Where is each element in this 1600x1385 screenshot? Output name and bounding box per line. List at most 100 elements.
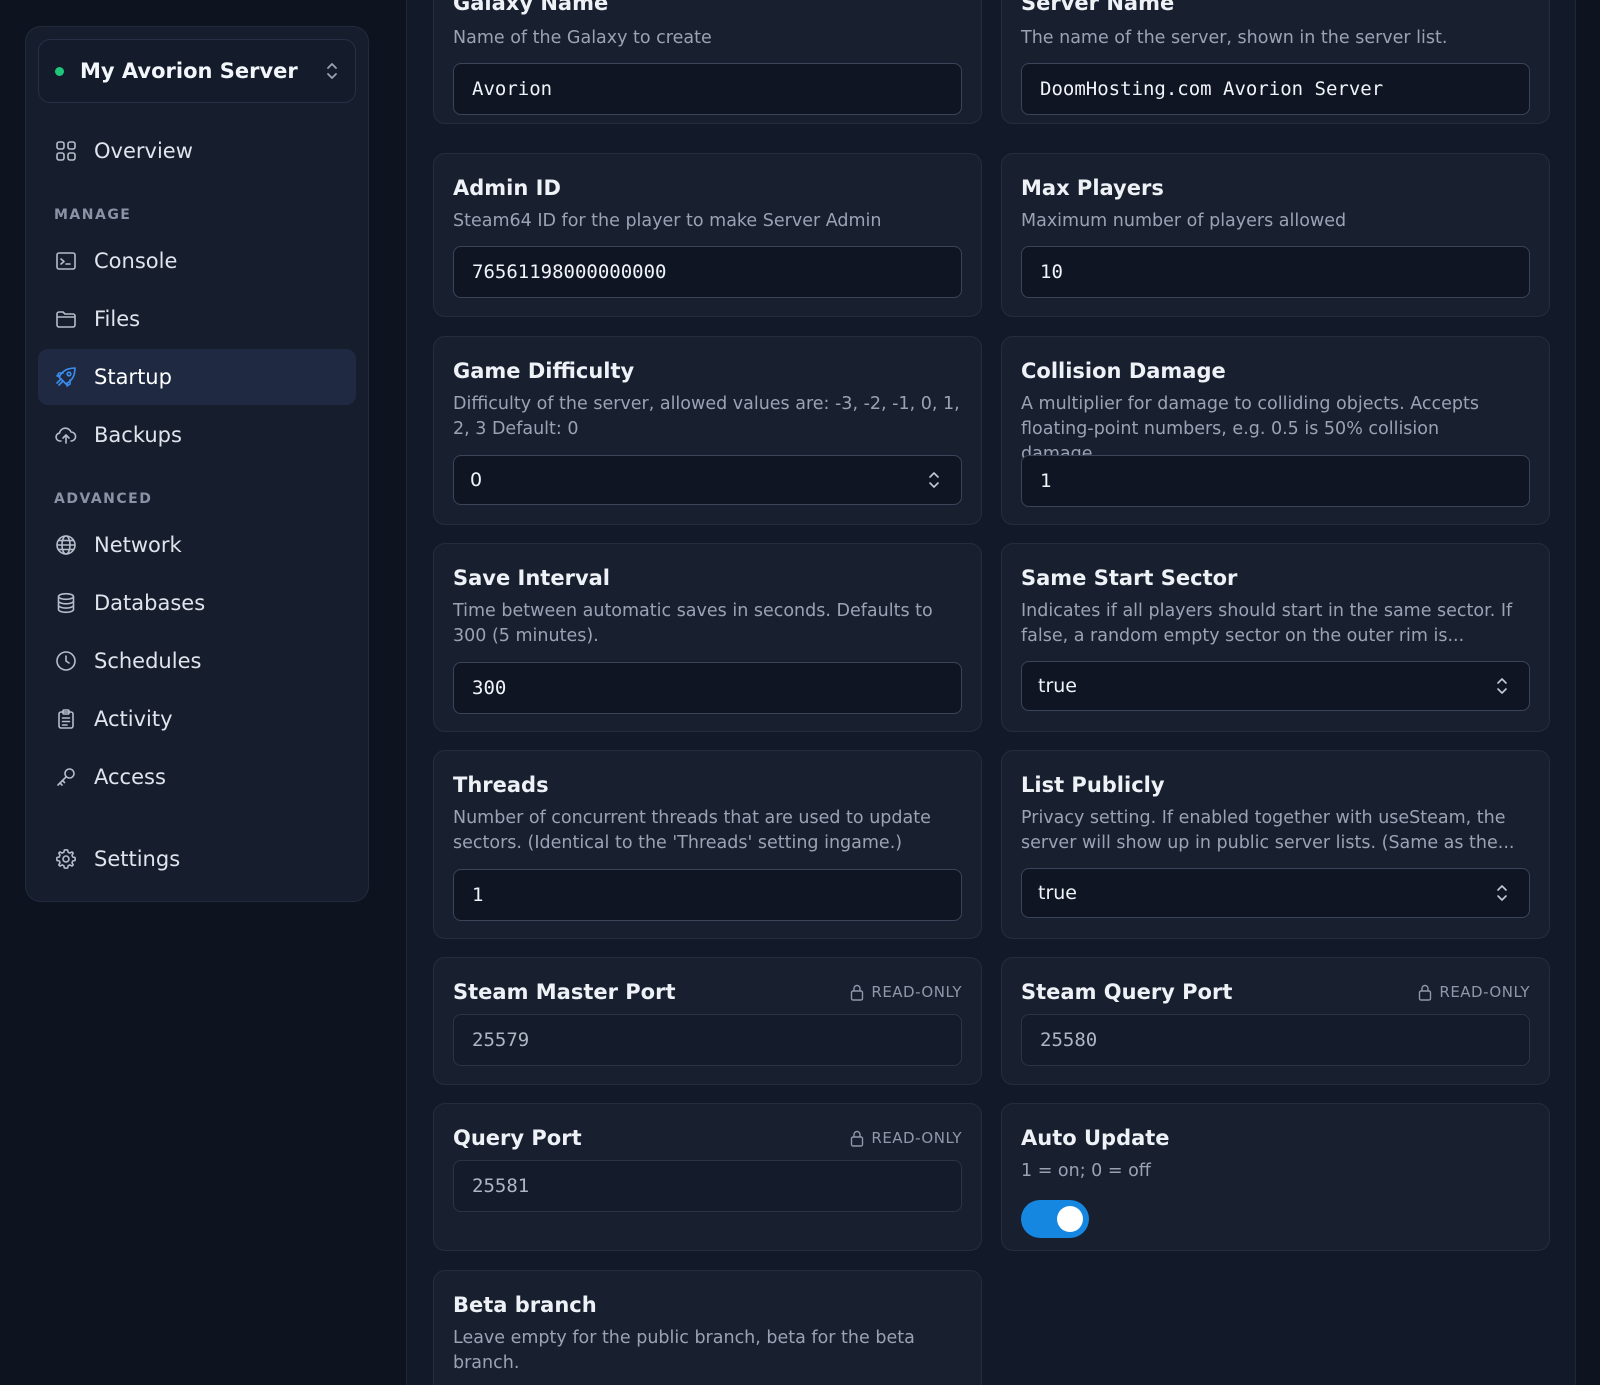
variable-title: Game Difficulty: [453, 359, 635, 383]
sidebar-item-startup[interactable]: Startup: [38, 349, 356, 405]
variable-card-steam-query-port: Steam Query Port READ-ONLY 25580: [1001, 957, 1550, 1085]
sidebar-item-console[interactable]: Console: [38, 233, 356, 289]
clock-icon: [56, 651, 76, 671]
sidebar-item-label: Settings: [94, 847, 181, 871]
sidebar-item-label: Schedules: [94, 649, 202, 673]
variable-description: Privacy setting. If enabled together wit…: [1021, 808, 1515, 853]
variable-card-collision-damage: Collision Damage A multiplier for damage…: [1001, 336, 1550, 525]
chevron-updown-icon: [327, 63, 337, 79]
select-value: 0: [470, 469, 483, 491]
variable-title: Steam Query Port: [1021, 980, 1233, 1004]
variable-card-save-interval: Save Interval Time between automatic sav…: [433, 543, 982, 732]
read-only-badge: READ-ONLY: [850, 1129, 962, 1147]
variable-card-query-port: Query Port READ-ONLY 25581: [433, 1103, 982, 1251]
sidebar-item-backups[interactable]: Backups: [38, 407, 356, 463]
variable-card-same-start-sector: Same Start Sector Indicates if all playe…: [1001, 543, 1550, 732]
server-name-input[interactable]: DoomHosting.com Avorion Server: [1021, 63, 1530, 115]
variable-title: Beta branch: [453, 1293, 597, 1317]
game-difficulty-select[interactable]: 0: [453, 455, 962, 505]
variable-description: Leave empty for the public branch, beta …: [453, 1328, 915, 1373]
sidebar-item-settings[interactable]: Settings: [38, 831, 356, 887]
gear-icon: [56, 849, 76, 869]
same-start-sector-select[interactable]: true: [1021, 661, 1530, 711]
variable-title: Max Players: [1021, 176, 1164, 200]
variable-title: Threads: [453, 773, 549, 797]
collision-damage-input[interactable]: 1: [1021, 455, 1530, 507]
list-publicly-select[interactable]: true: [1021, 868, 1530, 918]
lock-icon: [1419, 984, 1432, 1001]
variable-card-threads: Threads Number of concurrent threads tha…: [433, 750, 982, 939]
variable-description: The name of the server, shown in the ser…: [1021, 28, 1448, 48]
read-only-badge: READ-ONLY: [1418, 983, 1530, 1001]
save-interval-input[interactable]: 300: [453, 662, 962, 714]
sidebar-item-label: Activity: [94, 707, 173, 731]
max-players-input[interactable]: 10: [1021, 246, 1530, 298]
database-icon: [57, 592, 75, 614]
server-selector[interactable]: My Avorion Server: [38, 39, 356, 103]
variable-title: Steam Master Port: [453, 980, 676, 1004]
lock-icon: [851, 1130, 864, 1147]
variable-card-list-publicly: List Publicly Privacy setting. If enable…: [1001, 750, 1550, 939]
variable-title: Admin ID: [453, 176, 561, 200]
variable-card-max-players: Max Players Maximum number of players al…: [1001, 153, 1550, 317]
read-only-badge: READ-ONLY: [850, 983, 962, 1001]
variable-card-auto-update: Auto Update 1 = on; 0 = off: [1001, 1103, 1550, 1251]
nav-section-manage: MANAGE: [54, 207, 132, 223]
variable-card-galaxy-name: Galaxy Name Name of the Galaxy to create…: [433, 0, 982, 124]
server-name: My Avorion Server: [80, 59, 298, 83]
chevron-updown-icon: [929, 472, 939, 488]
steam-query-port-input: 25580: [1021, 1014, 1530, 1066]
variable-card-beta-branch: Beta branch Leave empty for the public b…: [433, 1270, 982, 1385]
sidebar-item-databases[interactable]: Databases: [38, 575, 356, 631]
variable-description: Time between automatic saves in seconds.…: [453, 601, 933, 646]
variable-title: Collision Damage: [1021, 359, 1226, 383]
chevron-updown-icon: [1497, 678, 1507, 694]
variable-title: Server Name: [1021, 0, 1175, 15]
variable-description: Number of concurrent threads that are us…: [453, 808, 931, 853]
variable-card-steam-master-port: Steam Master Port READ-ONLY 25579: [433, 957, 982, 1085]
grid-icon: [56, 141, 76, 161]
rocket-icon: [56, 367, 76, 387]
threads-input[interactable]: 1: [453, 869, 962, 921]
sidebar-item-network[interactable]: Network: [38, 517, 356, 573]
read-only-label: READ-ONLY: [1439, 983, 1530, 1001]
variable-title: Galaxy Name: [453, 0, 609, 15]
sidebar-item-label: Startup: [94, 365, 172, 389]
sidebar-item-label: Backups: [94, 423, 182, 447]
variable-card-admin-id: Admin ID Steam64 ID for the player to ma…: [433, 153, 982, 317]
variable-title: Save Interval: [453, 566, 610, 590]
sidebar-item-overview[interactable]: Overview: [38, 123, 356, 179]
sidebar: My Avorion Server Overview MANAGE Consol…: [25, 26, 369, 902]
auto-update-toggle[interactable]: [1021, 1200, 1089, 1238]
read-only-label: READ-ONLY: [871, 983, 962, 1001]
steam-master-port-input: 25579: [453, 1014, 962, 1066]
chevron-updown-icon: [1497, 885, 1507, 901]
sidebar-item-files[interactable]: Files: [38, 291, 356, 347]
sidebar-nav: Overview MANAGE Console Files Startup Ba…: [38, 123, 356, 887]
sidebar-item-access[interactable]: Access: [38, 749, 356, 805]
read-only-label: READ-ONLY: [871, 1129, 962, 1147]
galaxy-name-input[interactable]: Avorion: [453, 63, 962, 115]
sidebar-item-label: Overview: [94, 139, 193, 163]
toggle-knob: [1057, 1206, 1083, 1232]
sidebar-item-schedules[interactable]: Schedules: [38, 633, 356, 689]
sidebar-item-activity[interactable]: Activity: [38, 691, 356, 747]
sidebar-item-label: Network: [94, 533, 182, 557]
variable-title: Same Start Sector: [1021, 566, 1238, 590]
key-icon: [57, 768, 75, 786]
variable-card-game-difficulty: Game Difficulty Difficulty of the server…: [433, 336, 982, 525]
folder-icon: [56, 311, 76, 328]
cloud-upload-icon: [55, 427, 77, 444]
select-value: true: [1038, 675, 1077, 697]
query-port-input: 25581: [453, 1160, 962, 1212]
variable-title: Auto Update: [1021, 1126, 1170, 1150]
variable-description: Maximum number of players allowed: [1021, 211, 1347, 231]
sidebar-item-label: Access: [94, 765, 166, 789]
sidebar-item-label: Console: [94, 249, 178, 273]
variable-description: Indicates if all players should start in…: [1021, 601, 1513, 646]
sidebar-item-label: Files: [94, 307, 141, 331]
lock-icon: [851, 984, 864, 1001]
variable-card-server-name: Server Name The name of the server, show…: [1001, 0, 1550, 124]
admin-id-input[interactable]: 76561198000000000: [453, 246, 962, 298]
variable-description: Difficulty of the server, allowed values…: [453, 394, 960, 439]
